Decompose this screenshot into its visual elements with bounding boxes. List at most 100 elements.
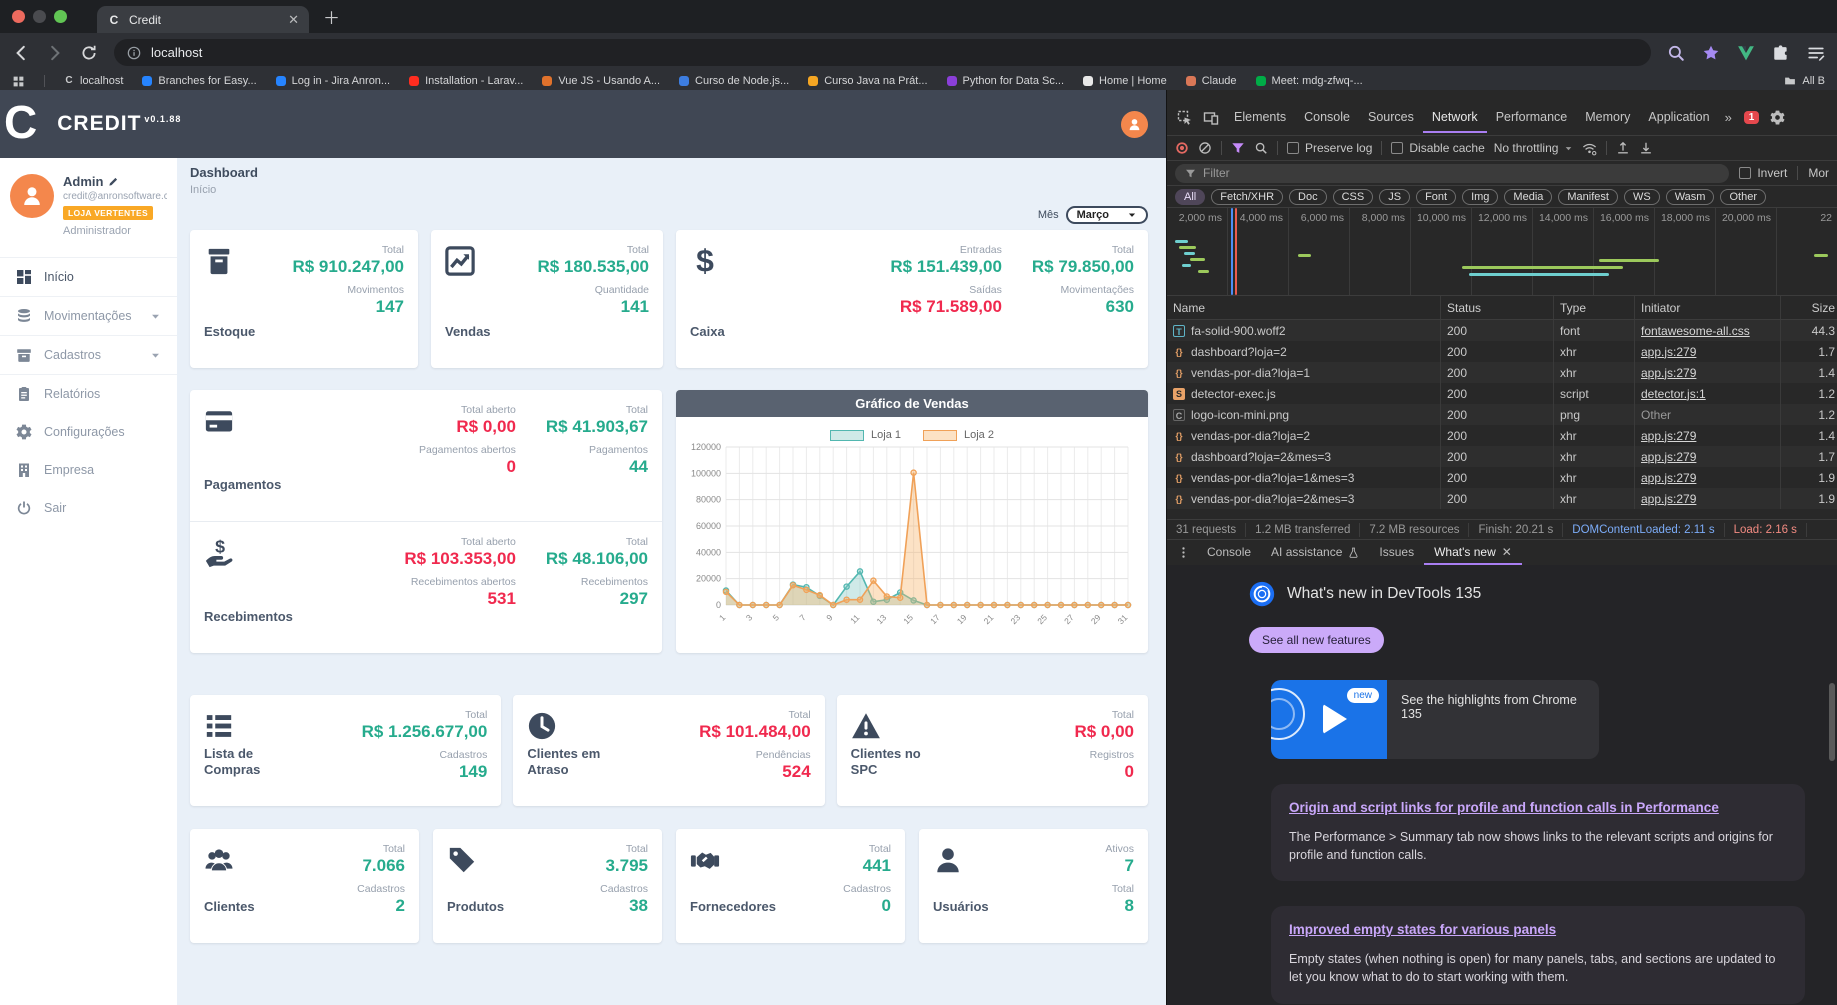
sidebar-item-cadastros[interactable]: Cadastros: [0, 336, 177, 375]
request-initiator[interactable]: app.js:279: [1641, 366, 1696, 380]
filter-funnel-icon[interactable]: [1231, 141, 1245, 155]
all-bookmarks-button[interactable]: All B: [1784, 75, 1825, 87]
column-header-initiator[interactable]: Initiator: [1635, 296, 1781, 319]
side-panel-menu-icon[interactable]: [1807, 44, 1825, 62]
edit-pencil-icon[interactable]: [108, 176, 119, 187]
request-row[interactable]: {} vendas-por-dia?loja=2 200 xhr app.js:279 1…: [1167, 425, 1837, 446]
more-filters-label[interactable]: Mor: [1808, 166, 1829, 180]
filter-chip-font[interactable]: Font: [1416, 188, 1457, 205]
export-har-icon[interactable]: [1639, 141, 1653, 155]
devtools-tab-sources[interactable]: Sources: [1359, 102, 1423, 133]
more-tabs-icon[interactable]: »: [1721, 110, 1736, 125]
filter-chip-other[interactable]: Other: [1720, 188, 1766, 205]
column-header-type[interactable]: Type: [1554, 296, 1635, 319]
bookmark-item[interactable]: Python for Data Sc...: [946, 75, 1064, 87]
bookmark-item[interactable]: Claude: [1185, 75, 1237, 87]
request-row[interactable]: {} vendas-por-dia?loja=2&mes=3 200 xhr app.j…: [1167, 488, 1837, 509]
error-badge[interactable]: 1: [1743, 111, 1760, 124]
new-tab-button[interactable]: ＋: [323, 4, 340, 33]
device-toolbar-icon[interactable]: [1199, 106, 1223, 130]
month-select[interactable]: Março: [1065, 206, 1148, 224]
record-network-log-icon[interactable]: [1175, 141, 1189, 155]
devtools-tab-console[interactable]: Console: [1295, 102, 1359, 133]
window-controls[interactable]: [0, 0, 79, 33]
column-header-size[interactable]: Size: [1781, 296, 1837, 319]
network-overview-timeline[interactable]: 2,000 ms 4,000 ms 6,000 ms 8,000 ms 10,000 m…: [1167, 208, 1837, 296]
invert-filter-checkbox[interactable]: Invert: [1739, 166, 1787, 180]
devtools-tab-memory[interactable]: Memory: [1576, 102, 1639, 133]
address-bar[interactable]: localhost: [114, 39, 1651, 66]
site-info-icon[interactable]: [127, 46, 141, 60]
forward-icon[interactable]: [46, 44, 64, 62]
filter-chip-doc[interactable]: Doc: [1289, 188, 1327, 205]
devtools-settings-gear-icon[interactable]: [1765, 106, 1789, 130]
request-initiator[interactable]: app.js:279: [1641, 450, 1696, 464]
request-initiator[interactable]: app.js:279: [1641, 471, 1696, 485]
table-header[interactable]: Name Status Type Initiator Size: [1167, 296, 1837, 320]
request-initiator[interactable]: app.js:279: [1641, 345, 1696, 359]
sidebar-item-inicio[interactable]: Início: [0, 257, 177, 297]
request-initiator[interactable]: app.js:279: [1641, 429, 1696, 443]
close-drawer-tab-icon[interactable]: ✕: [1502, 545, 1512, 559]
extensions-puzzle-icon[interactable]: [1772, 44, 1790, 62]
sidebar-item-sair[interactable]: Sair: [0, 489, 177, 527]
legend-item[interactable]: Loja 1: [830, 429, 901, 441]
scrollbar-thumb[interactable]: [1829, 683, 1835, 761]
bookmark-item[interactable]: Home | Home: [1083, 75, 1167, 87]
bookmark-item[interactable]: Log in - Jira Anron...: [275, 75, 390, 87]
sidebar-item-configuracoes[interactable]: Configurações: [0, 413, 177, 451]
section-title-link[interactable]: Origin and script links for profile and …: [1289, 800, 1719, 815]
bookmark-item[interactable]: Clocalhost: [64, 75, 123, 87]
clear-network-log-icon[interactable]: [1198, 141, 1212, 155]
bookmark-item[interactable]: Vue JS - Usando A...: [542, 75, 660, 87]
request-row[interactable]: {} vendas-por-dia?loja=1&mes=3 200 xhr app.j…: [1167, 467, 1837, 488]
bookmark-star-icon[interactable]: [1702, 44, 1720, 62]
request-row[interactable]: Sdetector-exec.js 200 script detector.js:1 1…: [1167, 383, 1837, 404]
bookmark-item[interactable]: Curso Java na Prát...: [808, 75, 928, 87]
throttling-select[interactable]: No throttling: [1494, 141, 1574, 155]
request-row[interactable]: {} dashboard?loja=2&mes=3 200 xhr app.js:279…: [1167, 446, 1837, 467]
request-row[interactable]: Tfa-solid-900.woff2 200 font fontawesome-al…: [1167, 320, 1837, 341]
column-header-status[interactable]: Status: [1441, 296, 1554, 319]
filter-chip-media[interactable]: Media: [1504, 188, 1553, 205]
reload-icon[interactable]: [80, 44, 98, 62]
inspect-element-icon[interactable]: [1173, 106, 1197, 130]
search-network-icon[interactable]: [1254, 141, 1268, 155]
header-avatar[interactable]: [1121, 110, 1148, 138]
filter-chip-js[interactable]: JS: [1379, 188, 1411, 205]
minimize-window-button[interactable]: [33, 10, 46, 23]
column-header-name[interactable]: Name: [1167, 296, 1441, 319]
bookmark-item[interactable]: Meet: mdg-zfwq-...: [1255, 75, 1363, 87]
tab-close-icon[interactable]: ✕: [288, 12, 299, 28]
highlight-card[interactable]: new See the highlights from Chrome 135: [1271, 680, 1599, 759]
maximize-window-button[interactable]: [54, 10, 67, 23]
vue-devtools-icon[interactable]: [1737, 44, 1755, 62]
network-filter-input[interactable]: Filter: [1175, 163, 1730, 183]
see-all-features-button[interactable]: See all new features: [1249, 627, 1384, 653]
filter-chip-img[interactable]: Img: [1462, 188, 1499, 205]
disable-cache-checkbox[interactable]: Disable cache: [1391, 141, 1485, 155]
request-row[interactable]: {} vendas-por-dia?loja=1 200 xhr app.js:279 1…: [1167, 362, 1837, 383]
filter-chip-manifest[interactable]: Manifest: [1558, 188, 1618, 205]
bookmark-item[interactable]: Branches for Easy...: [142, 75, 257, 87]
request-row[interactable]: Clogo-icon-mini.png 200 png Other 1.2: [1167, 404, 1837, 425]
filter-chip-wasm[interactable]: Wasm: [1665, 188, 1715, 205]
devtools-tab-application[interactable]: Application: [1639, 102, 1718, 133]
filter-chip-fetchxhr[interactable]: Fetch/XHR: [1211, 188, 1284, 205]
drawer-tab-ai-assistance[interactable]: AI assistance: [1261, 540, 1369, 565]
import-har-icon[interactable]: [1616, 141, 1630, 155]
sidebar-item-relatorios[interactable]: Relatórios: [0, 375, 177, 413]
apps-grid-icon[interactable]: [12, 75, 25, 88]
request-row[interactable]: {} dashboard?loja=2 200 xhr app.js:279 1.7: [1167, 341, 1837, 362]
legend-item[interactable]: Loja 2: [923, 429, 994, 441]
request-initiator[interactable]: detector.js:1: [1641, 387, 1706, 401]
sidebar-item-movimentacoes[interactable]: Movimentações: [0, 297, 177, 336]
back-icon[interactable]: [12, 44, 30, 62]
bookmark-item[interactable]: Curso de Node.js...: [679, 75, 789, 87]
sidebar-item-empresa[interactable]: Empresa: [0, 451, 177, 489]
browser-tab[interactable]: C Credit ✕: [97, 6, 309, 33]
close-window-button[interactable]: [12, 10, 25, 23]
devtools-tab-network[interactable]: Network: [1423, 102, 1487, 133]
filter-chip-ws[interactable]: WS: [1623, 188, 1660, 205]
drawer-menu-icon[interactable]: [1171, 541, 1195, 565]
